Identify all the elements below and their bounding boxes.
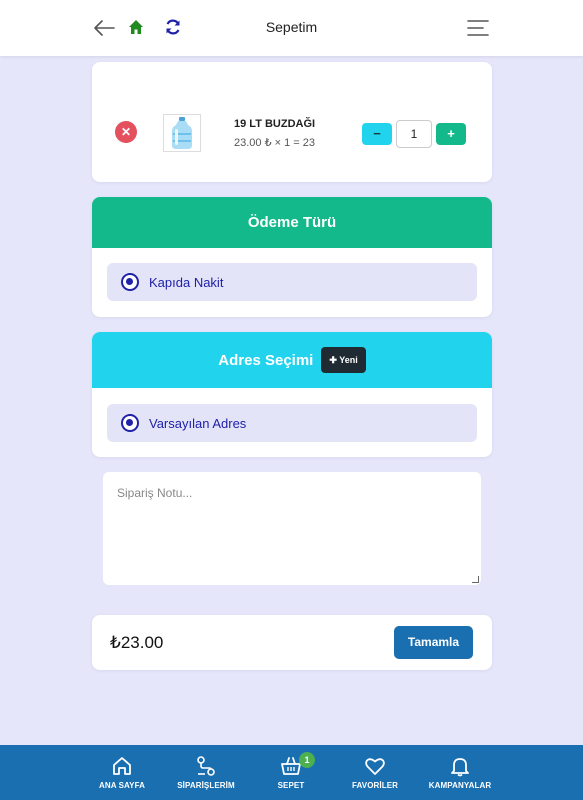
product-price-line: 23.00 ₺ × 1 = 23 bbox=[234, 137, 316, 149]
basket-count-badge: 1 bbox=[299, 752, 315, 768]
nav-label: KAMPANYALAR bbox=[428, 781, 492, 790]
heart-icon bbox=[365, 758, 385, 775]
page-title: Sepetim bbox=[265, 19, 318, 35]
payment-title: Ödeme Türü bbox=[247, 214, 337, 231]
menu-icon[interactable] bbox=[466, 18, 490, 38]
nav-item-basket[interactable]: 1 SEPET bbox=[246, 752, 336, 790]
nav-item-favorites[interactable]: FAVORİLER bbox=[330, 755, 420, 790]
address-option-label: Varsayılan Adres bbox=[149, 415, 247, 431]
address-title: Adres Seçimi bbox=[218, 351, 314, 369]
water-bottle-icon bbox=[172, 117, 192, 149]
complete-order-button[interactable]: Tamamla bbox=[394, 626, 473, 659]
payment-header: Ödeme Türü bbox=[92, 197, 492, 248]
order-note-field[interactable] bbox=[103, 472, 481, 585]
bottom-navigation: ANA SAYFA SİPARİŞLERİM 1 SEPET FAVORİLER… bbox=[0, 745, 583, 800]
address-option-default[interactable]: Varsayılan Adres bbox=[107, 404, 477, 442]
resize-handle-icon[interactable] bbox=[472, 576, 479, 583]
nav-label: SEPET bbox=[277, 781, 305, 790]
payment-section: Ödeme Türü Kapıda Nakit bbox=[92, 197, 492, 317]
decrease-quantity-button[interactable]: − bbox=[362, 123, 392, 145]
order-summary: ₺23.00 Tamamla bbox=[92, 615, 492, 670]
nav-item-home[interactable]: ANA SAYFA bbox=[77, 755, 167, 790]
payment-option-label: Kapıda Nakit bbox=[149, 274, 224, 290]
radio-selected-icon[interactable] bbox=[121, 273, 139, 291]
top-bar: Sepetim bbox=[0, 0, 583, 56]
home-icon bbox=[113, 757, 131, 775]
new-address-button[interactable]: ✚ Yeni bbox=[321, 347, 366, 373]
radio-selected-icon[interactable] bbox=[121, 414, 139, 432]
quantity-input[interactable] bbox=[396, 120, 432, 148]
orders-icon bbox=[197, 756, 215, 776]
nav-item-campaigns[interactable]: KAMPANYALAR bbox=[415, 755, 505, 790]
product-image bbox=[163, 114, 201, 152]
nav-label: ANA SAYFA bbox=[98, 781, 146, 790]
address-section: Adres Seçimi ✚ Yeni Varsayılan Adres bbox=[92, 332, 492, 457]
product-name: 19 LT BUZDAĞI bbox=[234, 118, 316, 130]
increase-quantity-button[interactable]: + bbox=[436, 123, 466, 145]
cart-item-card: ✕ 19 LT BUZDAĞI 23.00 ₺ × 1 = 23 − + bbox=[92, 62, 492, 182]
order-total: ₺23.00 bbox=[110, 633, 164, 652]
nav-item-orders[interactable]: SİPARİŞLERİM bbox=[161, 755, 251, 790]
remove-item-button[interactable]: ✕ bbox=[115, 121, 137, 143]
bell-icon bbox=[451, 758, 469, 777]
payment-option-cash[interactable]: Kapıda Nakit bbox=[107, 263, 477, 301]
nav-label: FAVORİLER bbox=[351, 781, 399, 790]
nav-label: SİPARİŞLERİM bbox=[177, 781, 235, 790]
address-header: Adres Seçimi ✚ Yeni bbox=[92, 332, 492, 388]
